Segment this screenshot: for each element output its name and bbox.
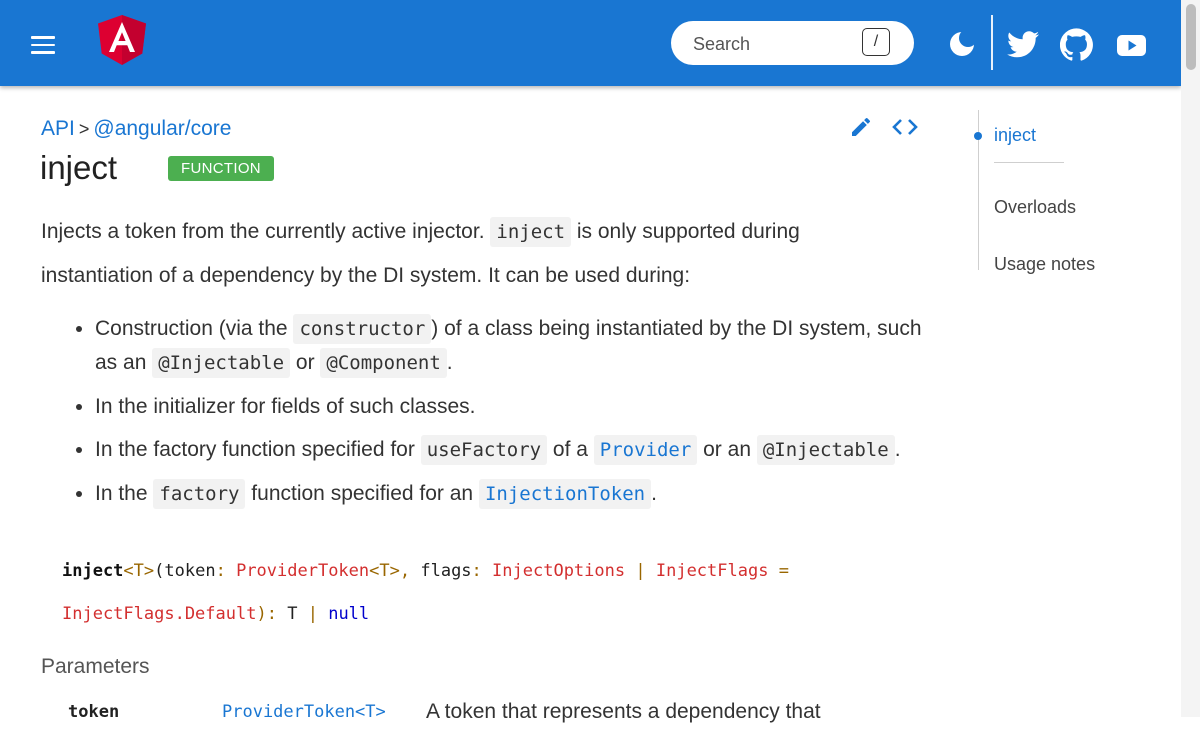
sig-comma: ,: [399, 561, 411, 581]
breadcrumb-api[interactable]: API: [41, 117, 75, 140]
list-item: In the initializer for fields of such cl…: [95, 390, 925, 423]
inline-code-component-link[interactable]: @Component: [320, 348, 447, 378]
search-shortcut-key: /: [862, 28, 890, 56]
signature-line-1: inject<T>(token: ProviderToken<T>, flags…: [62, 550, 822, 593]
table-row: token ProviderToken<T> A token that repr…: [0, 700, 1000, 730]
list-item: In the factory function specified for an…: [95, 477, 925, 511]
list-text: or: [290, 351, 321, 374]
list-item: In the factory function specified for us…: [95, 433, 925, 467]
inline-code-provider-link[interactable]: Provider: [593, 435, 698, 465]
list-text: In the: [95, 482, 154, 505]
view-source-icon[interactable]: [892, 116, 918, 138]
list-item: Construction (via the constructor) of a …: [95, 312, 925, 380]
breadcrumb-separator: >: [78, 119, 90, 139]
sig-type-providertoken[interactable]: ProviderToken: [236, 561, 369, 581]
api-type-badge: FUNCTION: [168, 156, 274, 181]
sig-pipe: |: [635, 561, 646, 581]
sig-equals: =: [778, 561, 789, 581]
toolbar-divider: [991, 15, 993, 70]
function-signature: inject<T>(token: ProviderToken<T>, flags…: [62, 550, 822, 636]
sig-return-t: T: [287, 604, 298, 624]
list-text: function specified for an: [245, 482, 479, 505]
angular-logo[interactable]: [98, 15, 146, 65]
param-type-link[interactable]: ProviderToken<T>: [222, 702, 386, 722]
sig-close: ):: [256, 604, 277, 624]
inline-code-injectable-link[interactable]: @Injectable: [756, 435, 895, 465]
sig-function-name: inject: [62, 561, 124, 581]
inline-code-factory: factory: [153, 479, 246, 509]
menu-icon[interactable]: [31, 36, 55, 54]
sig-pipe: |: [307, 604, 318, 624]
toc-item-inject[interactable]: inject: [994, 125, 1036, 146]
intro-text-1: Injects a token from the currently activ…: [41, 220, 491, 243]
search-input[interactable]: [691, 30, 865, 58]
inline-code-constructor: constructor: [293, 314, 432, 344]
sig-colon: :: [471, 561, 482, 581]
list-text: .: [894, 438, 901, 461]
sig-type-injectflags[interactable]: InjectFlags: [656, 561, 769, 581]
twitter-icon[interactable]: [1007, 31, 1039, 58]
sig-param-token: token: [164, 561, 216, 581]
scrollbar[interactable]: [1181, 0, 1200, 717]
inline-code-usefactory: useFactory: [420, 435, 548, 465]
scrollbar-thumb[interactable]: [1186, 4, 1196, 70]
sig-param-flags: flags: [420, 561, 472, 581]
top-toolbar: /: [0, 0, 1181, 86]
toc-divider: [994, 162, 1064, 163]
sig-type-injectoptions[interactable]: InjectOptions: [492, 561, 625, 581]
toc-item-overloads[interactable]: Overloads: [994, 197, 1076, 218]
description-paragraph: Injects a token from the currently activ…: [41, 210, 841, 297]
breadcrumb: API > @angular/core: [41, 117, 231, 141]
list-text: .: [651, 482, 657, 505]
sig-type-generic: <T>: [369, 561, 400, 581]
sig-open-paren: (: [154, 561, 165, 581]
sig-default-value: InjectFlags.Default: [62, 604, 257, 624]
param-description: A token that represents a dependency tha…: [426, 700, 821, 723]
inline-code-injectiontoken-link[interactable]: InjectionToken: [478, 479, 652, 509]
inline-code-inject: inject: [490, 217, 572, 247]
usage-context-list: Construction (via the constructor) of a …: [41, 312, 925, 521]
list-text: In the factory function specified for: [95, 438, 421, 461]
theme-toggle-icon[interactable]: [949, 30, 976, 57]
github-icon[interactable]: [1060, 28, 1093, 61]
breadcrumb-angular-core[interactable]: @angular/core: [93, 117, 231, 140]
parameters-heading: Parameters: [41, 655, 150, 678]
sig-return-null: null: [328, 604, 370, 624]
list-text: of a: [547, 438, 594, 461]
list-text: Construction (via the: [95, 317, 294, 340]
toc-active-indicator: [974, 132, 982, 140]
list-text: .: [446, 351, 453, 374]
search-box[interactable]: /: [671, 21, 914, 65]
inline-code-injectable-link[interactable]: @Injectable: [152, 348, 291, 378]
youtube-icon[interactable]: [1117, 35, 1146, 56]
edit-icon[interactable]: [849, 115, 873, 139]
toc-item-usage-notes[interactable]: Usage notes: [994, 254, 1095, 275]
sig-colon: :: [215, 561, 226, 581]
signature-line-2: InjectFlags.Default): T | null: [62, 593, 822, 636]
page-title: inject: [40, 149, 118, 186]
list-text: In the initializer for fields of such cl…: [95, 395, 476, 418]
list-text: or an: [697, 438, 757, 461]
param-name: token: [68, 702, 120, 722]
sig-generic: <T>: [123, 561, 155, 581]
